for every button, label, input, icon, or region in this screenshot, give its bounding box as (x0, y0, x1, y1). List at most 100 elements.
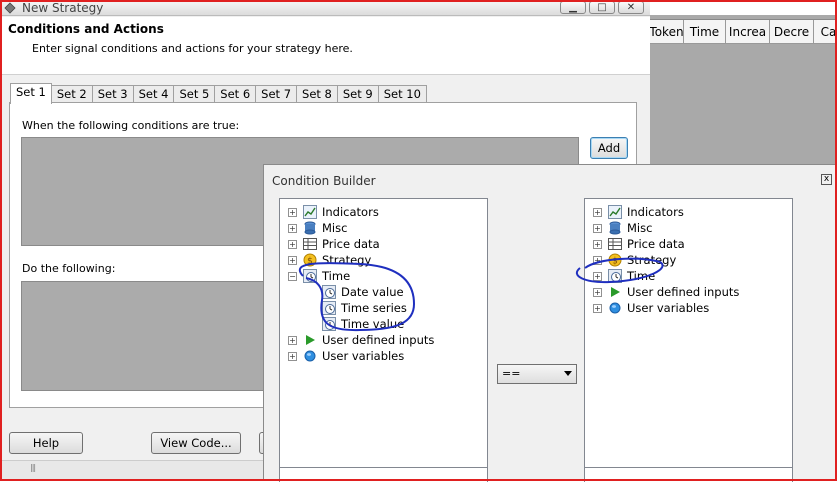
tree-node[interactable]: − Time (288, 268, 350, 284)
minimize-button[interactable]: ▁ (560, 1, 586, 14)
table-icon (608, 237, 622, 251)
tree-node[interactable]: + User defined inputs (288, 332, 434, 348)
clock-icon (322, 301, 336, 315)
expand-icon[interactable]: + (288, 335, 297, 345)
clock-icon (322, 317, 336, 331)
left-lower-panel[interactable] (279, 467, 488, 482)
wizard-header: Conditions and Actions Enter signal cond… (0, 17, 650, 75)
tree-node-label: Time (322, 269, 351, 283)
tree-node-label: Indicators (627, 205, 684, 219)
background-grid: Token Time Increa Decre Ca (649, 15, 837, 165)
tree-node[interactable]: + Misc (593, 220, 652, 236)
clock-icon (322, 285, 336, 299)
clock-icon (608, 269, 622, 283)
help-button[interactable]: Help (9, 432, 83, 454)
tree-node[interactable]: + User variables (288, 348, 404, 364)
operator-value: == (502, 367, 521, 380)
clock-icon (303, 269, 317, 283)
tree-node-label: Time series (341, 301, 407, 315)
left-operand-tree[interactable]: + Indicators + Misc + Price data + $ Strategy − Ti… (279, 198, 488, 468)
table-icon (303, 237, 317, 251)
expand-icon[interactable]: + (288, 239, 297, 249)
column-ca[interactable]: Ca (814, 20, 837, 44)
column-token[interactable]: Token (649, 20, 684, 44)
view-code-button[interactable]: View Code... (151, 432, 241, 454)
expand-icon[interactable]: + (593, 271, 602, 281)
tree-node[interactable]: + Price data (288, 236, 380, 252)
column-time[interactable]: Time (684, 20, 726, 44)
coin-icon: $ (608, 253, 622, 267)
operator-select[interactable]: == (497, 364, 577, 384)
right-lower-panel[interactable] (584, 467, 793, 482)
dialog-title: Condition Builder (272, 174, 376, 188)
tree-node-label: Strategy (627, 253, 677, 267)
svg-text:$: $ (307, 257, 313, 267)
expand-icon[interactable]: + (593, 255, 602, 265)
column-decrease[interactable]: Decre (770, 20, 814, 44)
expand-icon[interactable]: + (593, 223, 602, 233)
condition-builder-dialog: Condition Builder x + Indicators + Misc + Pri… (263, 164, 837, 482)
close-button[interactable]: ✕ (618, 1, 644, 14)
tree-node[interactable]: + User defined inputs (593, 284, 739, 300)
tree-node-label: Price data (322, 237, 380, 251)
tree-node-label: Date value (341, 285, 404, 299)
globe-icon (608, 301, 622, 315)
expand-icon[interactable]: + (288, 223, 297, 233)
expand-icon[interactable]: + (593, 207, 602, 217)
background-grid-header: Token Time Increa Decre Ca (649, 19, 837, 44)
chevron-down-icon (564, 371, 572, 376)
expand-icon[interactable]: + (593, 303, 602, 313)
title-bar: New Strategy ▁ □ ✕ (0, 0, 650, 16)
expand-icon[interactable]: + (288, 207, 297, 217)
tree-node-label: Misc (627, 221, 653, 235)
chart-icon (303, 205, 317, 219)
right-operand-tree[interactable]: + Indicators + Misc + Price data + $ Strategy + Ti… (584, 198, 793, 468)
play-icon (303, 333, 317, 347)
database-icon (303, 221, 317, 235)
dialog-close-icon[interactable]: x (821, 174, 832, 185)
tree-node[interactable]: + $ Strategy (593, 252, 676, 268)
page-subtitle: Enter signal conditions and actions for … (32, 42, 353, 55)
tree-node[interactable]: + User variables (593, 300, 709, 316)
expand-icon[interactable]: + (288, 351, 297, 361)
tree-node[interactable]: + Time (593, 268, 655, 284)
tree-node[interactable]: + $ Strategy (288, 252, 371, 268)
expand-icon[interactable]: + (288, 255, 297, 265)
tree-node-label: Misc (322, 221, 348, 235)
add-condition-button[interactable]: Add (590, 137, 628, 159)
tree-node[interactable]: Date value (322, 284, 404, 300)
tree-node[interactable]: + Price data (593, 236, 685, 252)
tree-node-label: User defined inputs (627, 285, 740, 299)
tree-node-label: Time (627, 269, 656, 283)
tree-node[interactable]: + Indicators (593, 204, 684, 220)
tree-node[interactable]: + Misc (288, 220, 347, 236)
tree-node-label: User variables (322, 349, 405, 363)
chart-icon (608, 205, 622, 219)
maximize-button[interactable]: □ (589, 1, 615, 14)
conditions-label: When the following conditions are true: (22, 119, 240, 132)
tree-node-label: Strategy (322, 253, 372, 267)
scroll-grip-icon[interactable]: ||| (30, 463, 36, 472)
strategy-app-icon (4, 2, 16, 14)
tree-node-label: User variables (627, 301, 710, 315)
expand-icon[interactable]: + (593, 239, 602, 249)
tree-node[interactable]: Time value (322, 316, 404, 332)
column-increase[interactable]: Increa (726, 20, 770, 44)
page-title: Conditions and Actions (8, 22, 164, 36)
tree-node-label: User defined inputs (322, 333, 435, 347)
tree-node[interactable]: Time series (322, 300, 407, 316)
tree-node-label: Indicators (322, 205, 379, 219)
tree-node-label: Price data (627, 237, 685, 251)
tree-node-label: Time value (341, 317, 405, 331)
globe-icon (303, 349, 317, 363)
database-icon (608, 221, 622, 235)
window-title: New Strategy (22, 1, 104, 15)
collapse-icon[interactable]: − (288, 271, 297, 281)
actions-label: Do the following: (22, 262, 116, 275)
set-tabs: Set 1 Set 2 Set 3 Set 4 Set 5 Set 6 Set … (10, 83, 427, 104)
tab-set-1[interactable]: Set 1 (10, 83, 52, 104)
coin-icon: $ (303, 253, 317, 267)
expand-icon[interactable]: + (593, 287, 602, 297)
tree-node[interactable]: + Indicators (288, 204, 379, 220)
play-icon (608, 285, 622, 299)
